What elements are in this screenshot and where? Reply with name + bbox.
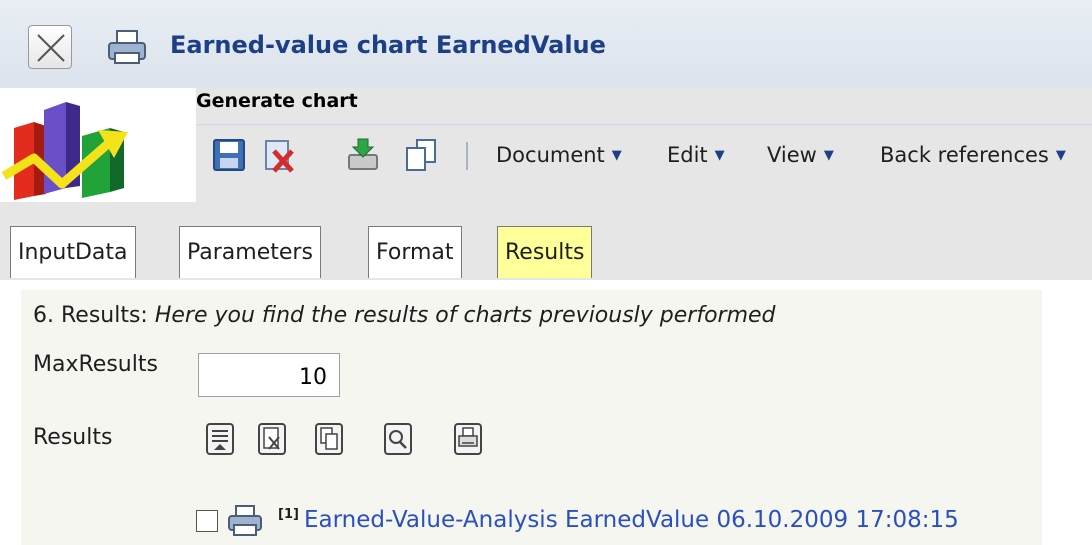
remove-icon xyxy=(258,423,286,455)
printer-icon xyxy=(108,30,146,64)
panel-heading-prefix: 6. Results: xyxy=(33,303,155,328)
copy-result-button[interactable] xyxy=(314,422,344,456)
print-button[interactable] xyxy=(105,28,151,68)
print-icon xyxy=(454,423,482,455)
close-button[interactable] xyxy=(28,25,72,69)
save-icon xyxy=(213,139,245,171)
window-title: Earned-value chart EarnedValue xyxy=(170,31,606,59)
copy-icon xyxy=(406,139,436,171)
delete-icon xyxy=(265,140,294,173)
search-icon xyxy=(384,423,412,455)
list-button[interactable] xyxy=(205,422,235,456)
result-checkbox[interactable] xyxy=(196,510,218,532)
menu-view-label: View xyxy=(767,143,817,167)
menu-back-references[interactable]: Back references ▼ xyxy=(880,143,1066,167)
printer-icon xyxy=(228,505,262,536)
copy-icon xyxy=(315,423,343,455)
max-results-input[interactable] xyxy=(198,353,340,397)
chevron-down-icon: ▼ xyxy=(611,148,622,163)
search-button[interactable] xyxy=(383,422,413,456)
copy-button[interactable] xyxy=(404,137,438,173)
chevron-down-icon: ▼ xyxy=(1055,148,1066,163)
toolbar-separator xyxy=(466,142,468,170)
result-footnote: [1] xyxy=(278,507,299,522)
delete-button[interactable] xyxy=(262,137,296,173)
menu-edit[interactable]: Edit ▼ xyxy=(667,143,725,167)
app-logo xyxy=(0,88,196,202)
menu-document-label: Document xyxy=(496,143,605,167)
save-button[interactable] xyxy=(212,137,246,173)
export-button[interactable] xyxy=(346,137,380,173)
result-link[interactable]: Earned-Value-Analysis EarnedValue 06.10.… xyxy=(304,507,959,533)
menu-document[interactable]: Document ▼ xyxy=(496,143,622,167)
menu-back-references-label: Back references xyxy=(880,143,1049,167)
tab-results[interactable]: Results xyxy=(497,226,593,278)
print-result-button[interactable] xyxy=(453,422,483,456)
title-bar: Earned-value chart EarnedValue xyxy=(0,0,1092,89)
close-icon xyxy=(37,34,65,62)
tab-inputdata[interactable]: InputData xyxy=(10,226,136,278)
section-title: Generate chart xyxy=(196,90,358,112)
menu-view[interactable]: View ▼ xyxy=(767,143,834,167)
panel-heading-description: Here you find the results of charts prev… xyxy=(154,303,776,328)
export-icon xyxy=(348,138,378,170)
remove-button[interactable] xyxy=(257,422,287,456)
section-divider xyxy=(196,124,1092,126)
chart-logo-icon xyxy=(1,102,128,200)
chevron-down-icon: ▼ xyxy=(714,148,725,163)
result-print-button[interactable] xyxy=(226,504,264,538)
panel-heading: 6. Results: Here you find the results of… xyxy=(33,303,776,328)
tab-parameters[interactable]: Parameters xyxy=(179,226,321,278)
menu-edit-label: Edit xyxy=(667,143,708,167)
tab-format[interactable]: Format xyxy=(368,226,462,278)
chevron-down-icon: ▼ xyxy=(823,148,834,163)
list-icon xyxy=(206,423,234,455)
max-results-label: MaxResults xyxy=(33,352,158,377)
results-label: Results xyxy=(33,425,113,450)
